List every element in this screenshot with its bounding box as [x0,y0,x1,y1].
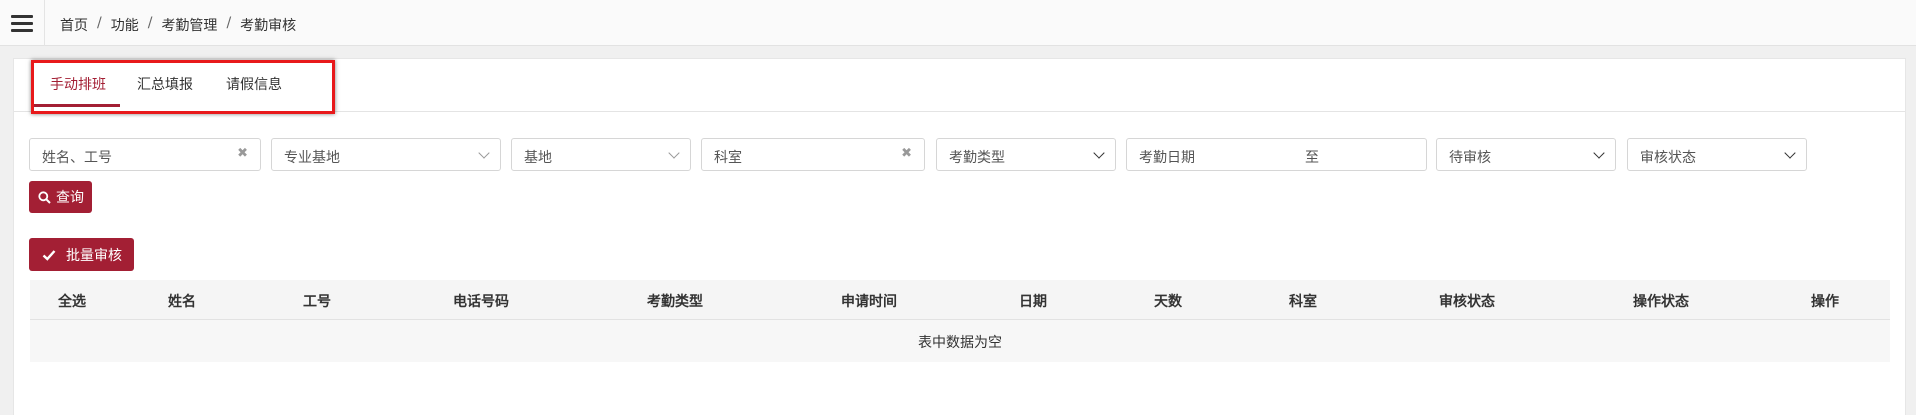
tab-leave-info[interactable]: 请假信息 [226,74,282,94]
breadcrumb-separator: / [97,15,102,31]
clear-icon[interactable]: ✖ [901,146,912,161]
query-button[interactable]: 查询 [29,181,92,213]
base-select[interactable]: 基地 [511,138,691,171]
breadcrumb-separator: / [147,15,153,31]
column-apply-time: 申请时间 [841,294,897,310]
column-name: 姓名 [168,294,196,310]
attendance-type-label: 考勤类型 [949,150,1005,166]
chevron-down-icon [1093,147,1105,159]
check-icon [42,249,56,261]
search-icon [38,190,51,204]
breadcrumb-attendance-review: 考勤审核 [240,18,297,34]
name-id-search-input[interactable]: 姓名、工号 ✖ [29,138,261,171]
column-review-status: 审核状态 [1439,294,1495,310]
empty-table-message: 表中数据为空 [918,335,1002,351]
specialty-base-select[interactable]: 专业基地 [271,138,501,171]
column-select-all[interactable]: 全选 [58,291,86,311]
chevron-down-icon [478,147,490,159]
chevron-down-icon [1593,147,1605,159]
chevron-down-icon [668,147,680,159]
breadcrumb-home[interactable]: 首页 [60,15,88,35]
breadcrumb-function[interactable]: 功能 [111,15,139,35]
clear-icon[interactable]: ✖ [237,146,248,161]
pending-review-value: 待审核 [1449,150,1491,166]
column-department: 科室 [1289,294,1317,310]
attendance-date-label: 考勤日期 [1139,150,1195,166]
query-button-label: 查询 [56,190,84,206]
tab-summary-report[interactable]: 汇总填报 [137,74,193,94]
column-action: 操作 [1811,294,1839,310]
pending-review-select[interactable]: 待审核 [1436,138,1616,171]
column-phone: 电话号码 [453,294,509,310]
breadcrumb-attendance-management[interactable]: 考勤管理 [161,15,217,35]
review-table: 全选 姓名 工号 电话号码 考勤类型 申请时间 日期 天数 科室 审核状态 操作… [30,280,1890,362]
top-bar: 首页 / 功能 / 考勤管理 / 考勤审核 [0,0,1916,46]
batch-review-button-label: 批量审核 [66,247,122,264]
hamburger-menu-icon[interactable] [8,12,36,34]
review-status-select[interactable]: 审核状态 [1627,138,1807,171]
department-input[interactable]: 科室 ✖ [701,138,925,171]
batch-review-button[interactable]: 批量审核 [29,238,134,271]
column-date: 日期 [1019,294,1047,310]
tab-manual-schedule[interactable]: 手动排班 [50,74,106,94]
column-days: 天数 [1154,294,1182,310]
column-operation-status: 操作状态 [1633,294,1689,310]
review-status-label: 审核状态 [1640,150,1696,166]
specialty-base-label: 专业基地 [284,150,340,166]
attendance-date-range-input[interactable]: 考勤日期 至 [1126,138,1427,171]
tab-bar: 手动排班 汇总填报 请假信息 [14,59,1905,114]
base-label: 基地 [524,150,552,166]
table-header: 全选 姓名 工号 电话号码 考勤类型 申请时间 日期 天数 科室 审核状态 操作… [30,280,1890,320]
column-attendance-type: 考勤类型 [647,294,703,310]
table-empty-row: 表中数据为空 [30,320,1890,362]
column-employee-id: 工号 [303,294,331,310]
chevron-down-icon [1784,147,1796,159]
attendance-type-select[interactable]: 考勤类型 [936,138,1116,171]
divider [44,0,45,46]
date-range-to-label: 至 [1305,150,1319,166]
department-label: 科室 [714,150,742,166]
name-id-placeholder: 姓名、工号 [42,150,112,166]
breadcrumb-separator: / [226,15,232,31]
active-tab-indicator [32,104,120,107]
breadcrumb: 首页 / 功能 / 考勤管理 / 考勤审核 [60,15,296,35]
